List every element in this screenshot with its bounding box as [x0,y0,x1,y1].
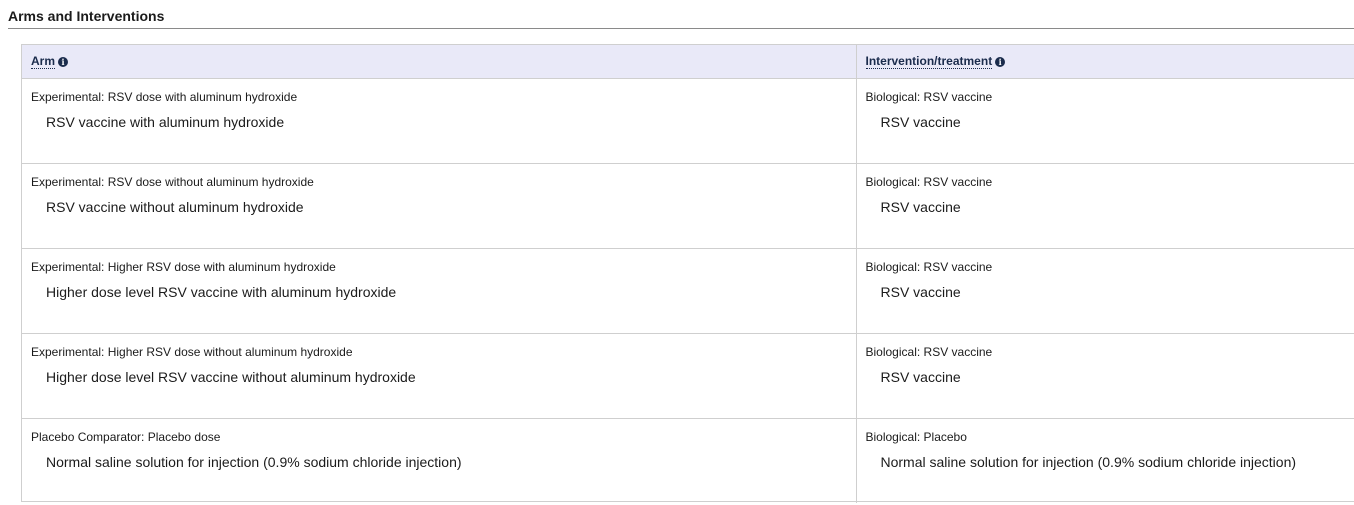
table-header-row: Arm i Intervention/treatment i [22,45,1354,79]
arm-cell: Experimental: RSV dose without aluminum … [22,163,856,249]
intervention-description: RSV vaccine [880,368,961,385]
arm-cell: Experimental: Higher RSV dose without al… [22,333,856,419]
intervention-label: Biological: RSV vaccine [865,89,993,104]
intervention-label: Biological: RSV vaccine [865,259,993,274]
arm-cell: Experimental: Higher RSV dose with alumi… [22,248,856,334]
arm-cell: Placebo Comparator: Placebo dose Normal … [22,418,856,503]
intervention-description: RSV vaccine [880,283,961,300]
arms-interventions-table: Arm i Intervention/treatment i Experimenta… [21,44,1354,503]
arm-description: Higher dose level RSV vaccine without al… [46,368,416,385]
intervention-description: RSV vaccine [880,198,961,215]
intervention-label: Biological: Placebo [865,429,967,444]
intervention-cell: Biological: RSV vaccine RSV vaccine [855,163,1354,249]
intervention-cell: Biological: Placebo Normal saline soluti… [855,418,1354,503]
table-row: Placebo Comparator: Placebo dose Normal … [22,418,1354,503]
arm-description: Normal saline solution for injection (0.… [46,453,462,470]
info-icon[interactable]: i [58,57,69,68]
header-arm[interactable]: Arm i [22,45,856,79]
intervention-description: Normal saline solution for injection (0.… [880,453,1297,470]
arm-label: Experimental: RSV dose with aluminum hyd… [31,89,298,104]
section-divider [8,28,1354,29]
table-row: Experimental: Higher RSV dose without al… [22,333,1354,419]
table-row: Experimental: RSV dose without aluminum … [22,163,1354,249]
arm-description: RSV vaccine with aluminum hydroxide [46,113,285,130]
arm-description: Higher dose level RSV vaccine with alumi… [46,283,397,300]
intervention-description: RSV vaccine [880,113,961,130]
arm-label: Experimental: Higher RSV dose with alumi… [31,259,336,274]
section-title: Arms and Interventions [8,8,165,24]
intervention-label: Biological: RSV vaccine [865,344,993,359]
intervention-cell: Biological: RSV vaccine RSV vaccine [855,78,1354,164]
table-row: Experimental: RSV dose with aluminum hyd… [22,78,1354,164]
arm-label: Experimental: Higher RSV dose without al… [31,344,353,359]
header-intervention[interactable]: Intervention/treatment i [855,45,1354,79]
info-icon[interactable]: i [995,57,1006,68]
arm-label: Experimental: RSV dose without aluminum … [31,174,314,189]
arm-cell: Experimental: RSV dose with aluminum hyd… [22,78,856,164]
table-row: Experimental: Higher RSV dose with alumi… [22,248,1354,334]
intervention-cell: Biological: RSV vaccine RSV vaccine [855,248,1354,334]
intervention-label: Biological: RSV vaccine [865,174,993,189]
header-arm-label[interactable]: Arm [31,54,56,70]
arm-label: Placebo Comparator: Placebo dose [31,429,221,444]
header-intervention-label[interactable]: Intervention/treatment [865,54,993,70]
arm-description: RSV vaccine without aluminum hydroxide [46,198,304,215]
intervention-cell: Biological: RSV vaccine RSV vaccine [855,333,1354,419]
